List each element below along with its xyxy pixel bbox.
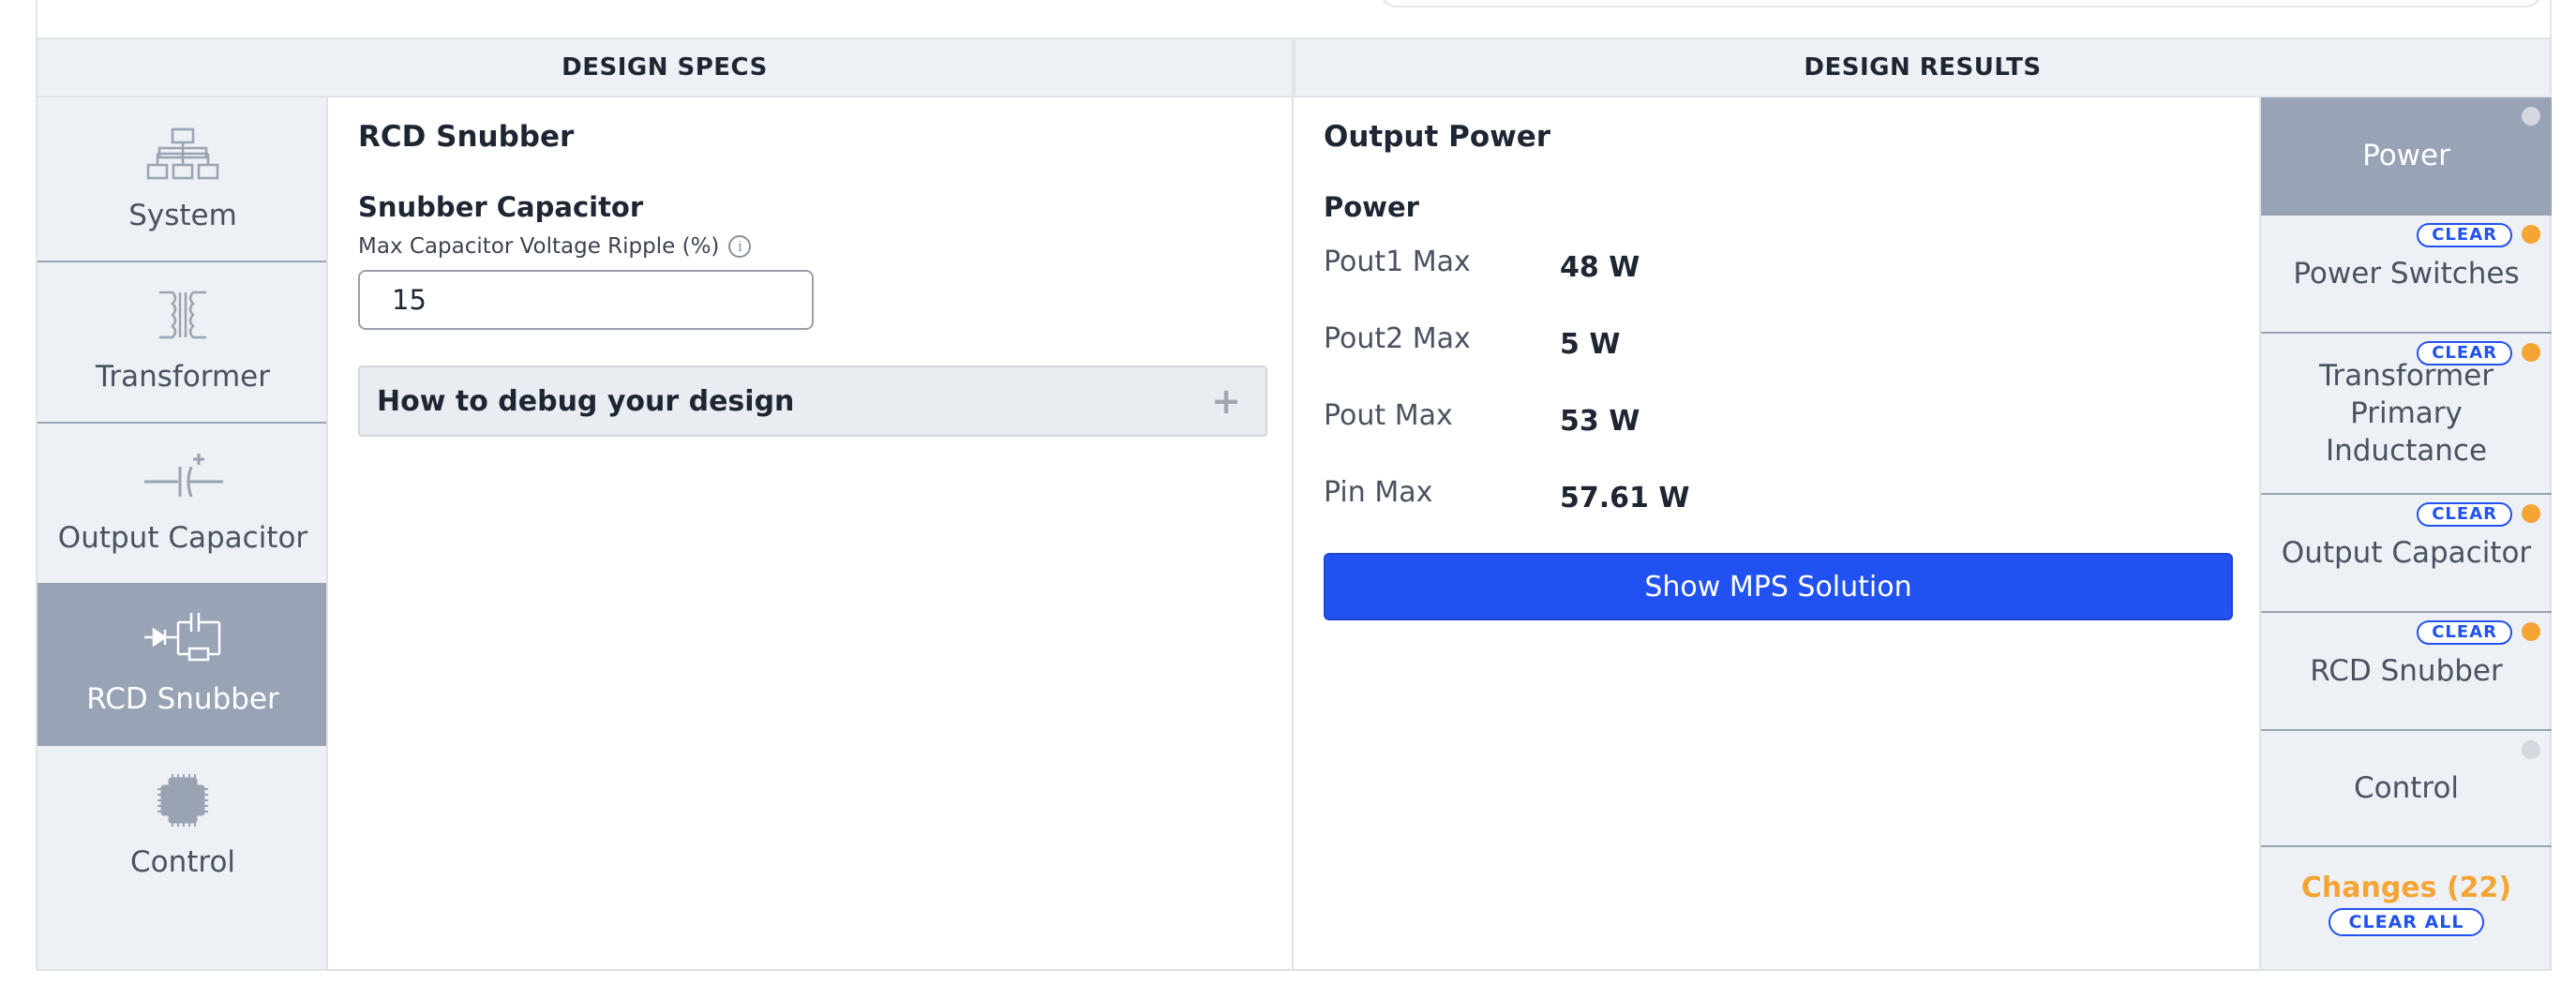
nav-item-system[interactable]: System [37,97,328,262]
result-row: Pout1 Max 48 W [1324,246,2167,292]
show-mps-solution-button[interactable]: Show MPS Solution [1324,553,2233,620]
info-icon[interactable]: i [728,235,752,258]
nav-label: Transformer [95,360,270,394]
result-label: Pout2 Max [1324,322,1471,355]
result-nav-label: Transformer Primary Inductance [2318,359,2494,468]
nav-label: System [128,199,237,232]
design-specs-header: DESIGN SPECS [36,37,1294,97]
design-specs-panel: RCD Snubber Snubber Capacitor Max Capaci… [326,97,1294,971]
status-dot [2522,504,2540,523]
snubber-capacitor-title: Snubber Capacitor [358,191,644,223]
right-nav: Power CLEAR Power Switches CLEAR Transfo… [2259,97,2552,971]
specs-section-title: RCD Snubber [358,120,575,154]
ripple-field-label: Max Capacitor Voltage Ripple (%) i [358,234,752,259]
result-label: Pout1 Max [1324,246,1471,278]
chip-icon [157,774,208,827]
capacitor-icon [144,454,223,498]
left-nav: System Transformer Output Capacitor RCD … [36,97,328,971]
results-section-title: Output Power [1324,120,1551,154]
result-value: 53 W [1560,405,1640,438]
result-nav-rcd-snubber[interactable]: CLEAR RCD Snubber [2261,613,2552,731]
nav-label: RCD Snubber [86,682,279,716]
result-label: Pin Max [1324,476,1433,509]
clear-all-button[interactable]: CLEAR ALL [2328,908,2485,936]
result-row: Pout Max 53 W [1324,399,2167,446]
status-dot [2522,740,2540,759]
result-nav-control[interactable]: Control [2261,731,2552,847]
result-nav-label: Power [2362,139,2450,172]
result-nav-output-capacitor[interactable]: CLEAR Output Capacitor [2261,495,2552,613]
results-subsection-title: Power [1324,191,1419,223]
system-hierarchy-icon [146,127,219,180]
result-row: Pout2 Max 5 W [1324,322,2167,369]
result-nav-transformer-primary-inductance[interactable]: CLEAR Transformer Primary Inductance [2261,334,2552,495]
nav-label: Control [129,845,236,879]
result-nav-label: Control [2353,771,2460,805]
status-dot [2522,343,2540,362]
ripple-label-text: Max Capacitor Voltage Ripple (%) [358,234,720,259]
result-value: 57.61 W [1560,482,1690,514]
top-strip [36,0,2552,37]
status-dot [2522,622,2540,641]
result-nav-label: Output Capacitor [2281,536,2532,570]
result-value: 5 W [1560,328,1621,361]
voltage-ripple-input[interactable] [358,270,814,330]
nav-item-output-capacitor[interactable]: Output Capacitor [37,424,328,585]
debug-accordion[interactable]: How to debug your design + [358,365,1267,437]
result-nav-label: RCD Snubber [2310,654,2503,688]
rcd-snubber-icon [144,613,221,662]
clear-button[interactable]: CLEAR [2417,223,2512,247]
result-nav-label: Power Switches [2293,257,2520,291]
result-nav-power-switches[interactable]: CLEAR Power Switches [2261,216,2552,334]
debug-accordion-label: How to debug your design [377,384,795,418]
status-dot [2522,225,2540,244]
top-search-input[interactable] [1380,0,2542,7]
result-label: Pout Max [1324,399,1453,432]
clear-button[interactable]: CLEAR [2417,341,2512,365]
plus-icon: + [1211,380,1241,422]
design-results-header: DESIGN RESULTS [1294,37,2552,97]
nav-label: Output Capacitor [57,521,308,555]
design-results-panel: Output Power Power Pout1 Max 48 W Pout2 … [1294,97,2259,971]
result-row: Pin Max 57.61 W [1324,476,2167,523]
changes-count: Changes (22) [2300,872,2512,904]
nav-item-rcd-snubber[interactable]: RCD Snubber [37,585,328,746]
transformer-icon [159,291,206,339]
changes-summary: Changes (22) CLEAR ALL [2261,847,2552,971]
bottom-divider [36,969,2552,971]
clear-button[interactable]: CLEAR [2417,620,2512,645]
nav-item-transformer[interactable]: Transformer [37,262,328,424]
status-dot [2522,107,2540,126]
result-value: 48 W [1560,251,1640,284]
result-nav-power[interactable]: Power [2261,97,2552,216]
nav-item-control[interactable]: Control [37,746,328,907]
clear-button[interactable]: CLEAR [2417,502,2512,527]
